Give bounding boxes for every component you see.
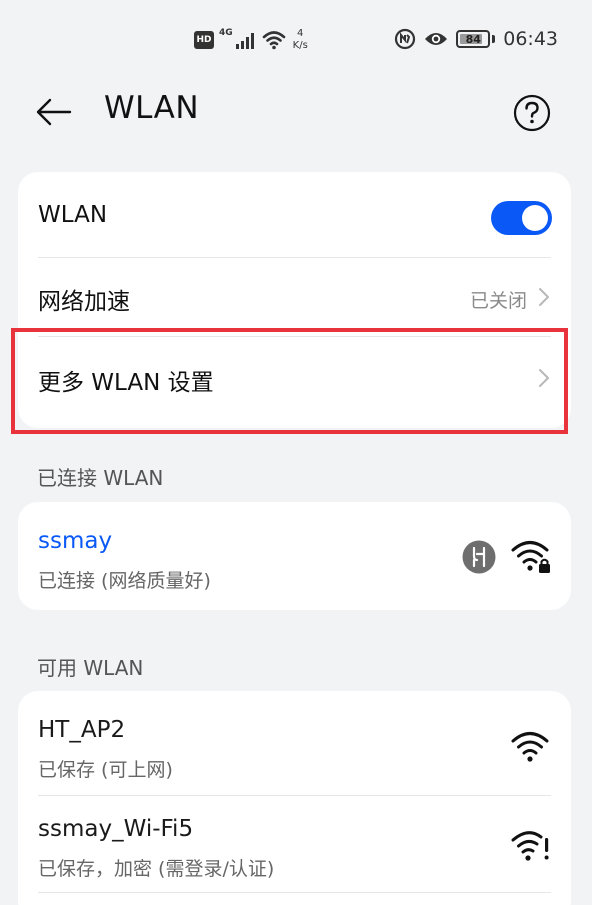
status-bar: HD 4G 4 K/s 84 06:43 — [0, 0, 592, 80]
wifi-icon — [511, 732, 549, 762]
hd-icon: HD — [194, 31, 214, 49]
battery-tip — [492, 35, 496, 43]
wlan-toggle-row[interactable]: WLAN — [18, 172, 571, 257]
network-acceleration-label: 网络加速 — [38, 289, 130, 315]
wifi-lock-icon — [511, 541, 550, 573]
chevron-right-icon — [539, 288, 549, 306]
back-button[interactable] — [36, 94, 76, 130]
nfc-icon — [395, 28, 416, 50]
network-name: HT_AP2 — [38, 717, 126, 743]
connected-network-name: ssmay — [38, 528, 113, 554]
divider — [38, 892, 551, 893]
battery-icon: 84 — [456, 30, 491, 48]
network-status: 已保存，加密 (需登录/认证) — [38, 858, 275, 880]
highlight-box — [11, 328, 568, 434]
connected-section-title: 已连接 WLAN — [37, 466, 164, 490]
connected-network-status: 已连接 (网络质量好) — [38, 570, 211, 592]
signal-icon — [235, 33, 254, 49]
page-title: WLAN — [104, 90, 200, 126]
network-name: ssmay_Wi-Fi5 — [38, 816, 194, 842]
back-arrow-icon — [36, 98, 72, 126]
network-type-label: 4G — [219, 28, 233, 38]
network-acceleration-value: 已关闭 — [469, 290, 527, 312]
connected-network-card[interactable]: ssmay 已连接 (网络质量好) — [18, 502, 571, 610]
help-icon — [513, 94, 551, 132]
wlan-label: WLAN — [38, 202, 108, 228]
eye-icon — [425, 33, 448, 45]
wlan-toggle-knob — [522, 205, 548, 231]
status-bar-right: 84 06:43 — [394, 28, 558, 50]
header: WLAN — [0, 80, 592, 146]
speed-value: 4 — [297, 28, 304, 39]
network-status: 已保存 (可上网) — [38, 759, 173, 781]
battery-level: 84 — [465, 32, 481, 46]
status-bar-left: HD 4G 4 K/s — [194, 28, 308, 52]
help-button[interactable] — [513, 94, 551, 132]
wifi-alert-icon — [511, 831, 549, 861]
wifi-status-icon — [262, 31, 285, 50]
speed-unit: K/s — [292, 40, 308, 51]
available-network-row[interactable]: HT_AP2 已保存 (可上网) — [18, 691, 571, 795]
network-speed: 4 K/s — [293, 28, 308, 52]
hilink-icon[interactable] — [462, 540, 496, 574]
network-acceleration-row[interactable]: 网络加速 已关闭 — [18, 258, 571, 336]
available-network-row[interactable]: ssmay_Wi-Fi5 已保存，加密 (需登录/认证) — [18, 796, 571, 896]
clock: 06:43 — [503, 28, 558, 50]
available-networks-card: HT_AP2 已保存 (可上网) ssmay_Wi-Fi5 已保存，加密 (需登… — [18, 691, 571, 905]
wlan-toggle[interactable] — [491, 201, 552, 235]
available-section-title: 可用 WLAN — [37, 656, 144, 680]
